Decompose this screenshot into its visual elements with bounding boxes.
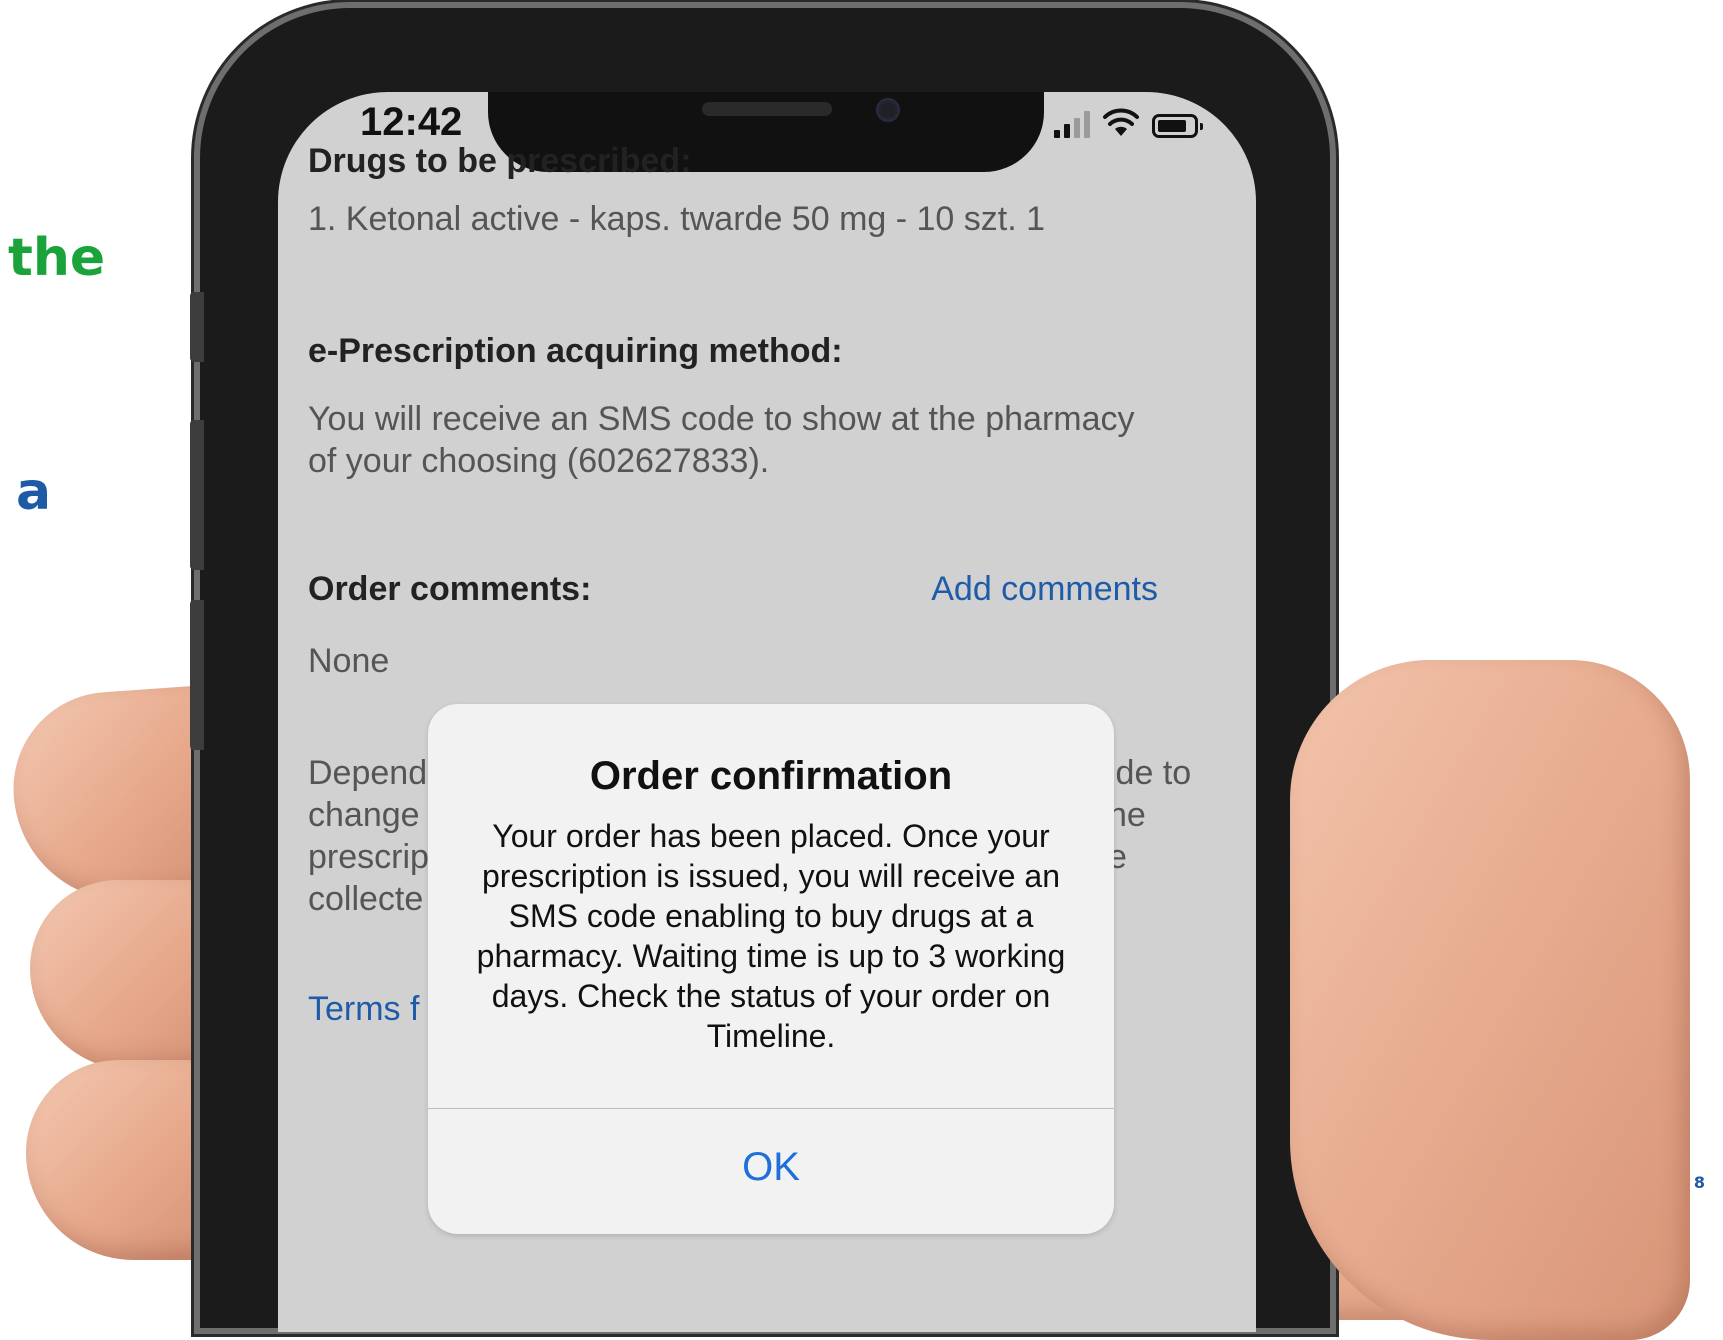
slide-text-fragment: the xyxy=(8,228,106,288)
status-time: 12:42 xyxy=(360,100,463,144)
volume-up-button xyxy=(190,420,204,570)
terms-link[interactable]: Terms f xyxy=(308,990,419,1029)
alert-title: Order confirmation xyxy=(589,754,953,798)
signal-icon xyxy=(1054,108,1090,138)
info-text-partial: change xyxy=(308,796,420,834)
comments-value: None xyxy=(308,642,390,680)
slide-text-fragment: a xyxy=(16,462,52,522)
front-camera xyxy=(876,98,900,122)
drugs-heading: Drugs to be prescribed: xyxy=(308,142,692,180)
info-text-partial: prescrip xyxy=(308,838,429,876)
alert-message: Your order has been placed. Once your pr… xyxy=(476,818,1066,1054)
volume-down-button xyxy=(190,600,204,750)
mute-switch xyxy=(190,292,204,362)
phone-screen: 12:42 Drugs to be prescribed: 1. Ketonal… xyxy=(278,92,1256,1332)
order-confirmation-alert: Order confirmation Your order has been p… xyxy=(428,704,1114,1234)
speaker xyxy=(702,102,832,116)
info-text-partial: Depend xyxy=(308,754,428,792)
drug-list-item: 1. Ketonal active - kaps. twarde 50 mg -… xyxy=(308,200,1046,238)
info-text-partial: ide to xyxy=(1108,754,1192,792)
battery-icon xyxy=(1152,114,1203,138)
ok-button[interactable]: OK xyxy=(428,1109,1114,1233)
add-comments-link[interactable]: Add comments xyxy=(931,570,1158,609)
method-heading: e-Prescription acquiring method: xyxy=(308,332,843,370)
thumb xyxy=(1290,660,1690,1340)
slide-page-number: 8 xyxy=(1693,1173,1705,1192)
comments-heading: Order comments: xyxy=(308,570,592,608)
info-text-partial: collecte xyxy=(308,880,424,918)
wifi-icon xyxy=(1103,108,1139,136)
status-icons xyxy=(1054,108,1203,138)
method-text: You will receive an SMS code to show at … xyxy=(308,400,1135,480)
